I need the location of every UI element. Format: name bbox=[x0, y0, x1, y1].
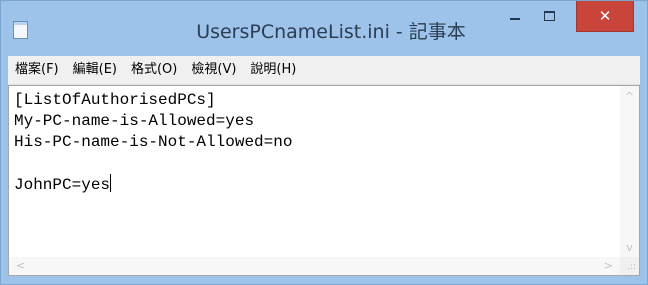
resize-corner[interactable]: .:: bbox=[620, 257, 639, 275]
window-title: UsersPCnameList.ini - 記事本 bbox=[196, 21, 466, 43]
minimize-icon bbox=[510, 18, 520, 20]
text-editor[interactable]: [ListOfAuthorisedPCs] My-PC-name-is-Allo… bbox=[8, 85, 640, 276]
menu-bar: 檔案(F) 編輯(E) 格式(O) 檢視(V) 說明(H) bbox=[8, 56, 640, 85]
text-line-current: JohnPC=yes bbox=[14, 174, 620, 195]
scroll-down-icon[interactable]: v bbox=[620, 239, 639, 257]
text-area[interactable]: [ListOfAuthorisedPCs] My-PC-name-is-Allo… bbox=[9, 86, 620, 257]
text-line: My-PC-name-is-Allowed=yes bbox=[14, 112, 255, 130]
title-bar[interactable]: UsersPCnameList.ini - 記事本 ✕ bbox=[1, 1, 647, 55]
text-line bbox=[14, 153, 620, 174]
scroll-right-icon[interactable]: > bbox=[599, 257, 618, 275]
vertical-scrollbar[interactable]: ^ v bbox=[620, 86, 639, 257]
text-line-content: JohnPC=yes bbox=[14, 176, 111, 194]
menu-format[interactable]: 格式(O) bbox=[124, 56, 184, 84]
text-line: [ListOfAuthorisedPCs] bbox=[14, 91, 216, 109]
menu-file[interactable]: 檔案(F) bbox=[8, 56, 66, 84]
menu-edit[interactable]: 編輯(E) bbox=[66, 56, 124, 84]
scroll-up-icon[interactable]: ^ bbox=[620, 88, 639, 106]
text-line: His-PC-name-is-Not-Allowed=no bbox=[14, 133, 293, 151]
horizontal-scrollbar[interactable]: < > bbox=[9, 257, 620, 275]
close-icon: ✕ bbox=[598, 7, 612, 25]
text-caret bbox=[110, 174, 112, 192]
notepad-app-icon[interactable] bbox=[13, 21, 28, 39]
resize-grip-icon[interactable]: .:: bbox=[627, 263, 636, 272]
scroll-left-icon[interactable]: < bbox=[11, 257, 30, 275]
maximize-icon bbox=[543, 11, 555, 21]
close-button[interactable]: ✕ bbox=[576, 1, 634, 32]
menu-view[interactable]: 檢視(V) bbox=[184, 56, 243, 84]
maximize-button[interactable] bbox=[535, 1, 563, 31]
notepad-window: UsersPCnameList.ini - 記事本 ✕ 檔案(F) 編輯(E) … bbox=[0, 0, 648, 285]
minimize-button[interactable] bbox=[501, 1, 529, 31]
menu-help[interactable]: 說明(H) bbox=[243, 56, 303, 84]
